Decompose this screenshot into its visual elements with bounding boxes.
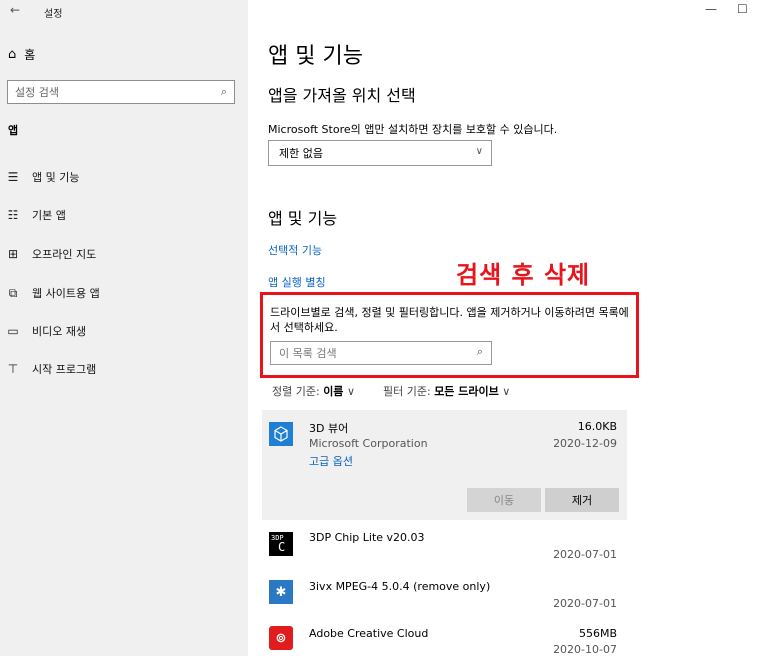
title-bar: ← 설정 xyxy=(0,0,248,22)
video-playback-icon: ▭ xyxy=(7,324,19,338)
sidebar-item-label: 기본 앱 xyxy=(32,209,66,222)
search-icon: ⌕ xyxy=(476,345,483,358)
app-name: 3DP Chip Lite v20.03 xyxy=(309,531,425,544)
sidebar-item-website-apps[interactable]: ⧉ 웹 사이트용 앱 xyxy=(6,285,100,301)
search-icon: ⌕ xyxy=(220,85,227,98)
optional-features-link[interactable]: 선택적 기능 xyxy=(268,242,322,258)
chevron-down-icon: ∨ xyxy=(502,385,511,398)
apps-list-icon: ☰ xyxy=(7,170,19,184)
home-label: 홈 xyxy=(24,48,36,62)
install-source-select[interactable]: 제한 없음 ∨ xyxy=(268,140,492,166)
sidebar-item-default-apps[interactable]: ☷ 기본 앱 xyxy=(6,207,66,223)
advanced-options-link[interactable]: 고급 옵션 xyxy=(309,453,353,469)
back-arrow-icon[interactable]: ← xyxy=(10,3,20,17)
app-publisher: Microsoft Corporation xyxy=(309,437,428,450)
remove-button[interactable]: 제거 xyxy=(545,488,619,512)
app-name: Adobe Creative Cloud xyxy=(309,627,429,640)
sidebar-item-apps-features[interactable]: ☰ 앱 및 기능 xyxy=(6,169,80,185)
chevron-down-icon: ∨ xyxy=(475,146,483,157)
annotation-label: 검색 후 삭제 xyxy=(456,261,591,289)
home-icon: ⌂ xyxy=(8,47,17,62)
app-list-item[interactable]: ⊚ Adobe Creative Cloud 556MB 2020-10-07 xyxy=(262,622,627,656)
sort-filter-row: 정렬 기준: 이름 ∨ 필터 기준: 모든 드라이브 ∨ xyxy=(272,383,510,399)
app-date: 2020-10-07 xyxy=(553,643,617,656)
settings-search-placeholder: 설정 검색 xyxy=(15,86,59,99)
adobe-cc-icon: ⊚ xyxy=(269,626,293,650)
apps-features-heading: 앱 및 기능 xyxy=(268,209,338,228)
sort-label: 정렬 기준: xyxy=(272,385,320,398)
app-size: 556MB xyxy=(578,627,617,640)
install-source-description: Microsoft Store의 앱만 설치하면 장치를 보호할 수 있습니다. xyxy=(268,123,558,136)
app-list-search-input[interactable]: 이 목록 검색 ⌕ xyxy=(270,341,492,365)
filter-description: 드라이브별로 검색, 정렬 및 필터링합니다. 앱을 제거하거나 이동하려면 목… xyxy=(270,306,629,334)
sidebar-item-label: 오프라인 지도 xyxy=(32,248,97,261)
filter-value: 모든 드라이브 xyxy=(434,385,499,398)
app-date: 2020-12-09 xyxy=(553,437,617,450)
app-date: 2020-07-01 xyxy=(553,548,617,561)
sidebar: ← 설정 ⌂ 홈 설정 검색 ⌕ 앱 ☰ 앱 및 기능 ☷ 기본 앱 ⊞ 오프라… xyxy=(0,0,248,656)
install-source-heading: 앱을 가져올 위치 선택 xyxy=(268,86,416,105)
sidebar-item-video-playback[interactable]: ▭ 비디오 재생 xyxy=(6,323,86,339)
filter-dropdown[interactable]: 필터 기준: 모든 드라이브 ∨ xyxy=(383,383,510,399)
app-size: 16.0KB xyxy=(577,420,617,433)
3dp-chip-icon: 3DP C xyxy=(269,532,293,556)
sidebar-item-home[interactable]: ⌂ 홈 xyxy=(8,46,35,63)
install-source-value: 제한 없음 xyxy=(279,147,323,160)
filter-label: 필터 기준: xyxy=(383,385,431,398)
window-title: 설정 xyxy=(44,9,63,20)
sidebar-item-label: 시작 프로그램 xyxy=(32,363,97,376)
app-list-item[interactable]: ✱ 3ivx MPEG-4 5.0.4 (remove only) 2020-0… xyxy=(262,574,627,618)
settings-search-input[interactable]: 설정 검색 ⌕ xyxy=(7,80,235,104)
sidebar-item-startup[interactable]: ⊤ 시작 프로그램 xyxy=(6,361,96,377)
page-title: 앱 및 기능 xyxy=(268,44,363,69)
sidebar-item-label: 웹 사이트용 앱 xyxy=(32,287,100,300)
app-name: 3ivx MPEG-4 5.0.4 (remove only) xyxy=(309,580,491,593)
sidebar-item-label: 앱 및 기능 xyxy=(32,171,80,184)
3d-viewer-icon xyxy=(269,422,293,446)
default-apps-icon: ☷ xyxy=(7,208,19,222)
sort-value: 이름 xyxy=(323,385,344,398)
section-title: 앱 xyxy=(8,124,19,137)
app-execution-alias-link[interactable]: 앱 실행 별칭 xyxy=(268,274,326,290)
sidebar-item-offline-maps[interactable]: ⊞ 오프라인 지도 xyxy=(6,246,96,262)
app-list-search-placeholder: 이 목록 검색 xyxy=(279,347,337,360)
app-date: 2020-07-01 xyxy=(553,597,617,610)
move-button[interactable]: 이동 xyxy=(467,488,541,512)
startup-icon: ⊤ xyxy=(7,362,19,376)
main-content: 앱 및 기능 앱을 가져올 위치 선택 Microsoft Store의 앱만 … xyxy=(260,0,773,656)
3ivx-icon: ✱ xyxy=(269,580,293,604)
app-name: 3D 뷰어 xyxy=(309,422,349,435)
offline-map-icon: ⊞ xyxy=(7,247,19,261)
website-app-icon: ⧉ xyxy=(8,285,18,300)
sort-dropdown[interactable]: 정렬 기준: 이름 ∨ xyxy=(272,383,355,399)
app-list-item[interactable]: 3D 뷰어 Microsoft Corporation 고급 옵션 16.0KB… xyxy=(262,410,627,520)
app-list-item[interactable]: 3DP C 3DP Chip Lite v20.03 2020-07-01 xyxy=(262,524,627,568)
chevron-down-icon: ∨ xyxy=(346,385,355,398)
sidebar-item-label: 비디오 재생 xyxy=(32,325,87,338)
